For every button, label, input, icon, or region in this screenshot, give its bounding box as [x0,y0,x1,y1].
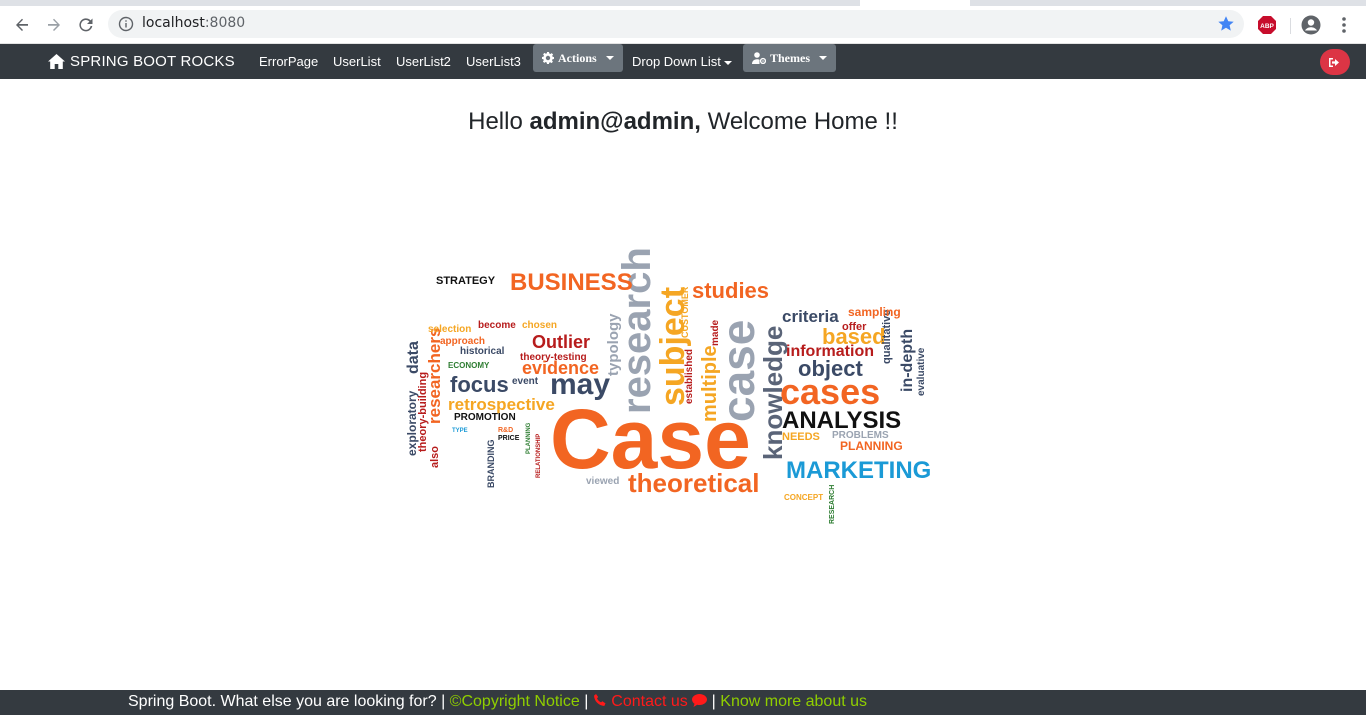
word-cloud-word: information [786,343,874,360]
contact-link[interactable]: Contact us [593,693,708,710]
arrow-right-icon [48,18,60,31]
word-cloud-word: typology [605,313,622,376]
word-cloud-word: theoretical [628,468,760,498]
word-cloud-word: PLANNING [526,422,532,454]
word-cloud-word: event [512,376,539,387]
copyright-link[interactable]: ©Copyright Notice [450,693,580,710]
footer-separator: | [584,693,589,710]
toolbar-divider [1290,18,1291,34]
caret-down-icon [819,56,827,60]
comment-icon [692,694,708,707]
word-cloud-word: Outlier [532,332,590,352]
word-cloud-word: STRATEGY [436,275,496,287]
adblock-extension-icon[interactable]: ABP [1257,15,1277,35]
themes-label: Themes [770,50,810,65]
forward-button[interactable] [40,12,68,38]
word-cloud-word: become [478,320,516,331]
copyright-icon: © [449,693,462,710]
page-footer: Spring Boot. What else you are looking f… [0,690,1366,715]
word-cloud-word: BUSINESS [510,269,633,296]
gear-icon [542,52,554,64]
word-cloud-word: RESEARCH [829,485,836,524]
profile-icon[interactable] [1300,14,1322,36]
sign-out-icon [1329,57,1339,67]
footer-text: Spring Boot. What else you are looking f… [128,693,867,711]
word-cloud-word: selection [428,324,471,335]
word-cloud-word: offer [842,321,867,333]
word-cloud-word: approach [440,336,485,347]
themes-dropdown-button[interactable]: Themes [743,44,836,72]
abp-label: ABP [1260,23,1274,30]
word-cloud-word: in-depth [899,329,916,392]
nav-link-userlist3[interactable]: UserList3 [466,54,521,69]
word-cloud-word: CONCEPT [784,493,823,502]
copyright-label: Copyright Notice [461,693,580,710]
logout-button[interactable] [1320,49,1350,75]
back-button[interactable] [8,12,36,38]
url-host: localhost [142,15,205,31]
word-cloud-word: CUSTOMER [680,286,690,338]
reload-icon [79,18,93,32]
word-cloud-word: theory-testing [520,352,587,363]
word-cloud-word: MARKETING [786,457,931,484]
greeting-prefix: Hello [468,108,523,135]
browser-menu-icon[interactable] [1334,14,1354,36]
bookmark-star-icon[interactable] [1216,14,1236,34]
url-text[interactable]: localhost:8080 [142,15,245,31]
word-cloud-word: also [429,446,441,468]
phone-icon [593,694,606,706]
word-cloud-word: chosen [522,320,557,331]
word-cloud-word: RELATIONSHIP [536,434,542,478]
word-cloud-word: ECONOMY [448,361,490,370]
word-cloud-word: evaluative [916,347,927,396]
nav-link-userlist2[interactable]: UserList2 [396,54,451,69]
welcome-heading: Hello admin@admin, Welcome Home !! [0,108,1366,136]
greeting-suffix: Welcome Home !! [707,108,898,135]
footer-separator: | [711,693,716,710]
home-icon [48,54,65,69]
greeting-user: admin@admin, [529,108,701,135]
navbar-brand[interactable]: SPRING BOOT ROCKS [48,53,235,70]
contact-label: Contact us [611,693,688,710]
word-cloud-word: established [684,349,695,404]
word-cloud-word: PROMOTION [454,412,516,423]
word-cloud-word: data [405,341,422,374]
word-cloud-word: TYPE [452,428,468,434]
browser-toolbar: localhost:8080 ABP [0,6,1366,44]
about-link[interactable]: Know more about us [720,693,867,710]
word-cloud-word: historical [460,346,505,357]
case-study-word-cloud-image: Case research case subject cases theoret… [405,247,931,524]
word-cloud-word: PLANNING [840,439,903,453]
word-cloud-word: multiple [699,345,721,422]
info-icon[interactable] [118,16,134,32]
word-cloud-word: NEEDS [782,431,820,443]
actions-label: Actions [558,50,597,65]
address-bar[interactable]: localhost:8080 [108,10,1244,38]
reload-button[interactable] [72,12,100,38]
dropdown-list-label: Drop Down List [632,54,721,69]
nav-link-errorpage[interactable]: ErrorPage [259,54,318,69]
actions-dropdown-button[interactable]: Actions [533,44,623,72]
word-cloud-word: focus [450,372,509,397]
caret-down-icon [723,60,732,65]
word-cloud-word: BRANDING [486,440,496,489]
arrow-left-icon [16,18,28,31]
nav-link-userlist[interactable]: UserList [333,54,381,69]
word-cloud-word: sampling [848,305,901,319]
word-cloud-word: criteria [782,307,839,326]
word-cloud-word: PRICE [498,435,520,442]
word-cloud-word: theory-building [417,372,429,452]
word-cloud-word: studies [692,278,769,303]
user-cog-icon [752,52,766,64]
brand-text: SPRING BOOT ROCKS [70,53,235,70]
word-cloud-word: viewed [586,476,619,487]
word-cloud-word: R&D [498,427,513,434]
caret-down-icon [605,56,614,60]
url-port: :8080 [204,15,246,31]
footer-tagline: Spring Boot. What else you are looking f… [128,693,446,710]
app-navbar: SPRING BOOT ROCKS ErrorPage UserList Use… [0,44,1366,79]
word-cloud-word: PROBLEMS [832,430,889,441]
word-cloud-word: made [710,319,721,346]
dropdown-list-toggle[interactable]: Drop Down List [632,54,732,69]
